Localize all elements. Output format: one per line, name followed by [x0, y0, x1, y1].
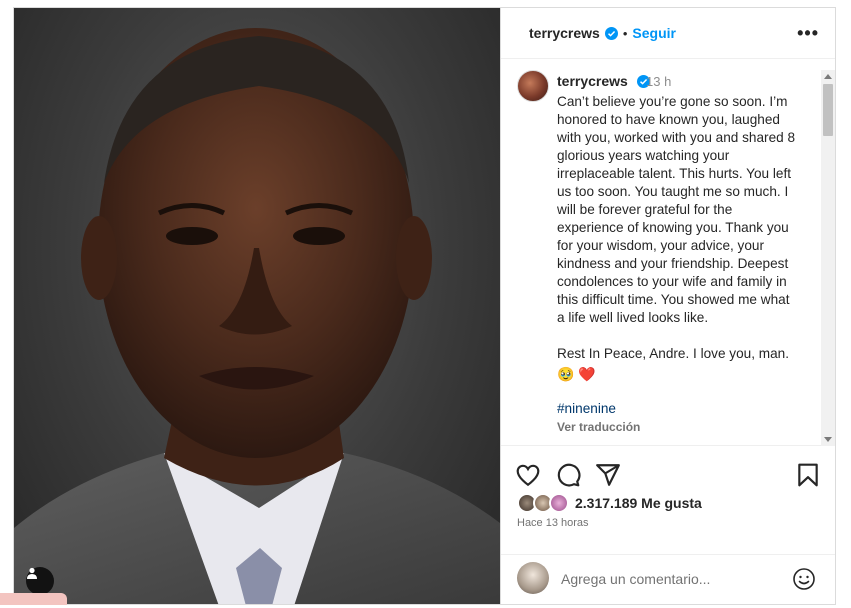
user-tag-icon [27, 567, 37, 579]
caption-area: terrycrews 13 h Can’t believe you’re gon… [501, 60, 835, 446]
separator-dot: • [622, 25, 628, 41]
follow-button[interactable]: Seguir [632, 25, 676, 41]
heart-outline-icon[interactable] [515, 462, 541, 488]
caption-time[interactable]: 13 h [646, 74, 671, 89]
caption-scrollbar[interactable] [821, 70, 835, 446]
likes-row[interactable]: 2.317.189 Me gusta [517, 492, 702, 514]
post-dialog: terrycrews • Seguir ••• terrycrews 13 h … [13, 7, 836, 605]
post-header: terrycrews • Seguir ••• [501, 8, 835, 59]
hashtag-link[interactable]: #ninenine [557, 401, 616, 416]
author-avatar[interactable] [517, 70, 549, 102]
post-sidebar: terrycrews • Seguir ••• terrycrews 13 h … [500, 8, 835, 604]
header-username[interactable]: terrycrews [529, 25, 600, 41]
verified-badge-icon [604, 26, 618, 40]
more-options-icon[interactable]: ••• [797, 23, 819, 44]
action-bar [501, 454, 835, 494]
caption-emojis: 🥹 ❤️ [557, 366, 596, 382]
comment-bubble-icon[interactable] [555, 462, 581, 488]
paper-plane-icon[interactable] [595, 462, 621, 488]
current-user-avatar [517, 562, 549, 594]
tag-people-button[interactable] [26, 567, 54, 595]
likes-count[interactable]: 2.317.189 Me gusta [575, 495, 702, 511]
bookmark-icon[interactable] [795, 462, 821, 488]
liker-avatar [549, 493, 569, 513]
scroll-up-arrow[interactable] [824, 74, 832, 79]
scroll-down-arrow[interactable] [824, 437, 832, 442]
caption-username[interactable]: terrycrews [557, 73, 650, 89]
post-timestamp[interactable]: Hace 13 horas [517, 517, 589, 529]
comment-bar [501, 554, 835, 604]
smiley-icon[interactable] [792, 567, 816, 591]
portrait-image [14, 28, 500, 604]
comment-input[interactable] [561, 569, 781, 589]
corner-chip [0, 593, 67, 605]
scroll-thumb[interactable] [823, 84, 833, 136]
caption-text: Can’t believe you’re gone so soon. I’m h… [557, 94, 796, 361]
see-translation-button[interactable]: Ver traducción [557, 420, 640, 434]
post-photo[interactable] [14, 8, 500, 604]
